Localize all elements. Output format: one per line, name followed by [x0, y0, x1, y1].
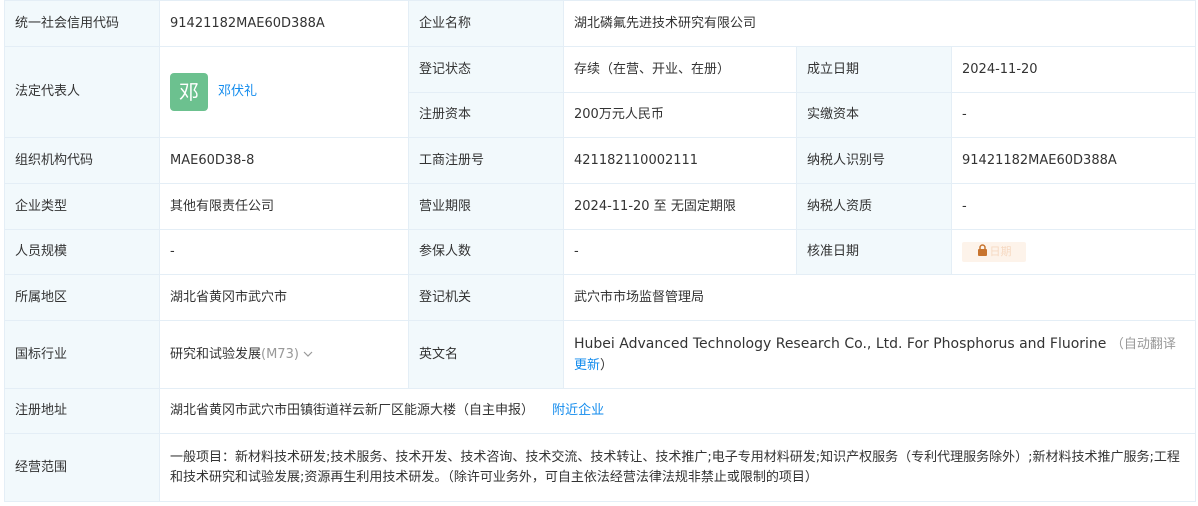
industry-value: 研究和试验发展	[170, 346, 262, 362]
credit-code-label: 统一社会信用代码	[4, 0, 160, 47]
close-paren: ）	[600, 357, 614, 373]
legal-rep-cell: 邓 邓伏礼	[159, 46, 409, 138]
reg-authority-label: 登记机关	[408, 274, 564, 321]
reg-authority-value: 武穴市市场监督管理局	[563, 274, 1196, 321]
locked-date-text: 日期	[989, 244, 1012, 258]
industry-code: (M73)	[261, 346, 299, 362]
established-label: 成立日期	[796, 46, 952, 93]
lock-icon	[977, 244, 987, 256]
insured-value: -	[563, 229, 797, 275]
legal-rep-label: 法定代表人	[4, 46, 160, 138]
avatar[interactable]: 邓	[170, 73, 208, 111]
scope-value: 一般项目：新材料技术研发;技术服务、技术开发、技术咨询、技术交流、技术转让、技术…	[159, 433, 1196, 502]
region-value: 湖北省黄冈市武穴市	[159, 274, 409, 321]
company-info-table: 统一社会信用代码 91421182MAE60D388A 企业名称 湖北磷氟先进技…	[4, 0, 1196, 502]
biz-term-label: 营业期限	[408, 183, 564, 230]
table-row: 注册地址 湖北省黄冈市武穴市田镇街道祥云新厂区能源大楼（自主申报） 附近企业	[4, 388, 1196, 434]
reg-status-value: 存续（在营、开业、在册）	[563, 46, 797, 93]
reg-capital-label: 注册资本	[408, 92, 564, 138]
table-row: 企业类型 其他有限责任公司 营业期限 2024-11-20 至 无固定期限 纳税…	[4, 183, 1196, 230]
org-code-value: MAE60D38-8	[159, 137, 409, 184]
company-type-value: 其他有限责任公司	[159, 183, 409, 230]
table-row: 所属地区 湖北省黄冈市武穴市 登记机关 武穴市市场监督管理局	[4, 274, 1196, 321]
company-type-label: 企业类型	[4, 183, 160, 230]
region-label: 所属地区	[4, 274, 160, 321]
biz-reg-no-label: 工商注册号	[408, 137, 564, 184]
taxpayer-id-label: 纳税人识别号	[796, 137, 952, 184]
scope-label: 经营范围	[4, 433, 160, 502]
insured-label: 参保人数	[408, 229, 564, 275]
update-translation-link[interactable]: 更新	[574, 358, 600, 373]
established-value: 2024-11-20	[951, 46, 1196, 93]
english-name-cell: Hubei Advanced Technology Research Co., …	[563, 320, 1196, 389]
table-row: 国标行业 研究和试验发展(M73) 英文名 Hubei Advanced Tec…	[4, 320, 1196, 389]
company-name-label: 企业名称	[408, 0, 564, 47]
staff-size-value: -	[159, 229, 409, 275]
english-name-label: 英文名	[408, 320, 564, 389]
paid-capital-value: -	[951, 92, 1196, 138]
table-row: 统一社会信用代码 91421182MAE60D388A 企业名称 湖北磷氟先进技…	[4, 0, 1196, 47]
table-row: 经营范围 一般项目：新材料技术研发;技术服务、技术开发、技术咨询、技术交流、技术…	[4, 433, 1196, 502]
paid-capital-label: 实缴资本	[796, 92, 952, 138]
approval-date-label: 核准日期	[796, 229, 952, 275]
table-row: 法定代表人 邓 邓伏礼 登记状态 存续（在营、开业、在册） 成立日期 2024-…	[4, 46, 1196, 138]
locked-value-badge[interactable]: 日期	[962, 241, 1026, 262]
table-row: 人员规模 - 参保人数 - 核准日期 日期	[4, 229, 1196, 275]
chevron-down-icon[interactable]	[303, 351, 313, 357]
biz-term-value: 2024-11-20 至 无固定期限	[563, 183, 797, 230]
staff-size-label: 人员规模	[4, 229, 160, 275]
english-name-value: Hubei Advanced Technology Research Co., …	[574, 335, 1107, 352]
biz-reg-no-value: 421182110002111	[563, 137, 797, 184]
credit-code-value: 91421182MAE60D388A	[159, 0, 409, 47]
auto-translate-note: （自动翻译	[1110, 336, 1176, 352]
taxpayer-qual-label: 纳税人资质	[796, 183, 952, 230]
taxpayer-id-value: 91421182MAE60D388A	[951, 137, 1196, 184]
nearby-companies-link[interactable]: 附近企业	[552, 403, 604, 418]
legal-rep-name-link[interactable]: 邓伏礼	[218, 82, 257, 102]
address-cell: 湖北省黄冈市武穴市田镇街道祥云新厂区能源大楼（自主申报） 附近企业	[159, 388, 1196, 434]
approval-date-cell: 日期	[951, 229, 1196, 275]
table-row: 组织机构代码 MAE60D38-8 工商注册号 421182110002111 …	[4, 137, 1196, 184]
industry-label: 国标行业	[4, 320, 160, 389]
taxpayer-qual-value: -	[951, 183, 1196, 230]
reg-capital-value: 200万元人民币	[563, 92, 797, 138]
reg-status-label: 登记状态	[408, 46, 564, 93]
company-name-value: 湖北磷氟先进技术研究有限公司	[563, 0, 1196, 47]
address-value: 湖北省黄冈市武穴市田镇街道祥云新厂区能源大楼（自主申报）	[170, 403, 535, 418]
address-label: 注册地址	[4, 388, 160, 434]
industry-cell[interactable]: 研究和试验发展(M73)	[159, 320, 409, 389]
org-code-label: 组织机构代码	[4, 137, 160, 184]
